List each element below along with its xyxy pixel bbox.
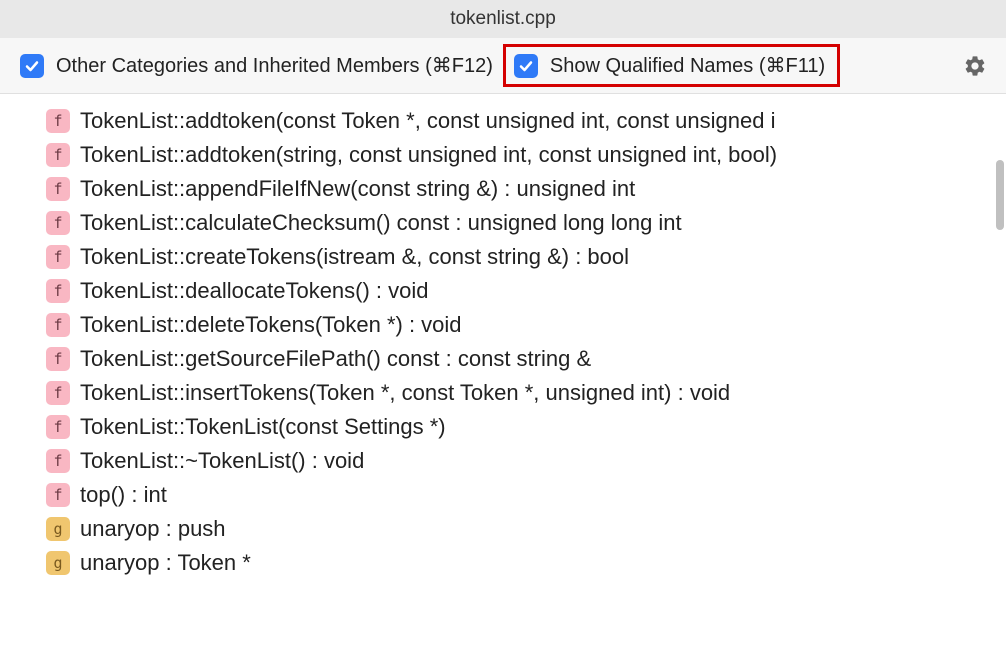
list-item[interactable]: f TokenList::createTokens(istream &, cons… [46,240,1006,274]
symbol-text: TokenList::calculateChecksum() const : u… [80,210,682,236]
symbol-text: TokenList::createTokens(istream &, const… [80,244,629,270]
global-badge-icon: g [46,517,70,541]
function-badge-icon: f [46,449,70,473]
gear-icon[interactable] [962,53,988,79]
checkbox-qualified-names[interactable]: Show Qualified Names (⌘F11) [514,53,825,78]
list-item[interactable]: f TokenList::addtoken(string, const unsig… [46,138,1006,172]
list-item[interactable]: g unaryop : push [46,512,1006,546]
checkbox-other-categories[interactable]: Other Categories and Inherited Members (… [20,53,493,78]
checkbox-label: Show Qualified Names (⌘F11) [550,53,825,78]
symbol-text: TokenList::addtoken(string, const unsign… [80,142,777,168]
function-badge-icon: f [46,177,70,201]
list-item[interactable]: f TokenList::deleteTokens(Token *) : void [46,308,1006,342]
global-badge-icon: g [46,551,70,575]
list-item[interactable]: g unaryop : Token * [46,546,1006,580]
symbol-list[interactable]: f TokenList::addtoken(const Token *, cons… [0,94,1006,670]
checkbox-icon [514,54,538,78]
function-badge-icon: f [46,279,70,303]
list-item[interactable]: f TokenList::insertTokens(Token *, const … [46,376,1006,410]
function-badge-icon: f [46,109,70,133]
function-badge-icon: f [46,415,70,439]
function-badge-icon: f [46,211,70,235]
function-badge-icon: f [46,483,70,507]
symbol-text: unaryop : push [80,516,226,542]
list-item[interactable]: f TokenList::addtoken(const Token *, cons… [46,104,1006,138]
symbol-text: TokenList::deleteTokens(Token *) : void [80,312,462,338]
window-title: tokenlist.cpp [450,8,556,30]
symbol-text: TokenList::~TokenList() : void [80,448,364,474]
function-badge-icon: f [46,347,70,371]
function-badge-icon: f [46,381,70,405]
list-item[interactable]: f TokenList::TokenList(const Settings *) [46,410,1006,444]
symbol-text: TokenList::addtoken(const Token *, const… [80,108,775,134]
title-bar: tokenlist.cpp [0,0,1006,38]
toolbar: Other Categories and Inherited Members (… [0,38,1006,94]
symbol-text: unaryop : Token * [80,550,251,576]
list-item[interactable]: f top() : int [46,478,1006,512]
symbol-text: TokenList::deallocateTokens() : void [80,278,429,304]
list-item[interactable]: f TokenList::~TokenList() : void [46,444,1006,478]
symbol-text: TokenList::TokenList(const Settings *) [80,414,446,440]
function-badge-icon: f [46,143,70,167]
list-item[interactable]: f TokenList::calculateChecksum() const : … [46,206,1006,240]
list-item[interactable]: f TokenList::getSourceFilePath() const : … [46,342,1006,376]
list-item[interactable]: f TokenList::deallocateTokens() : void [46,274,1006,308]
function-badge-icon: f [46,245,70,269]
function-badge-icon: f [46,313,70,337]
highlight-box: Show Qualified Names (⌘F11) [503,44,840,87]
symbol-text: top() : int [80,482,167,508]
scrollbar-thumb[interactable] [996,160,1004,230]
checkbox-label: Other Categories and Inherited Members (… [56,53,493,78]
list-item[interactable]: f TokenList::appendFileIfNew(const string… [46,172,1006,206]
symbol-text: TokenList::insertTokens(Token *, const T… [80,380,730,406]
symbol-text: TokenList::appendFileIfNew(const string … [80,176,635,202]
checkbox-icon [20,54,44,78]
symbol-text: TokenList::getSourceFilePath() const : c… [80,346,591,372]
